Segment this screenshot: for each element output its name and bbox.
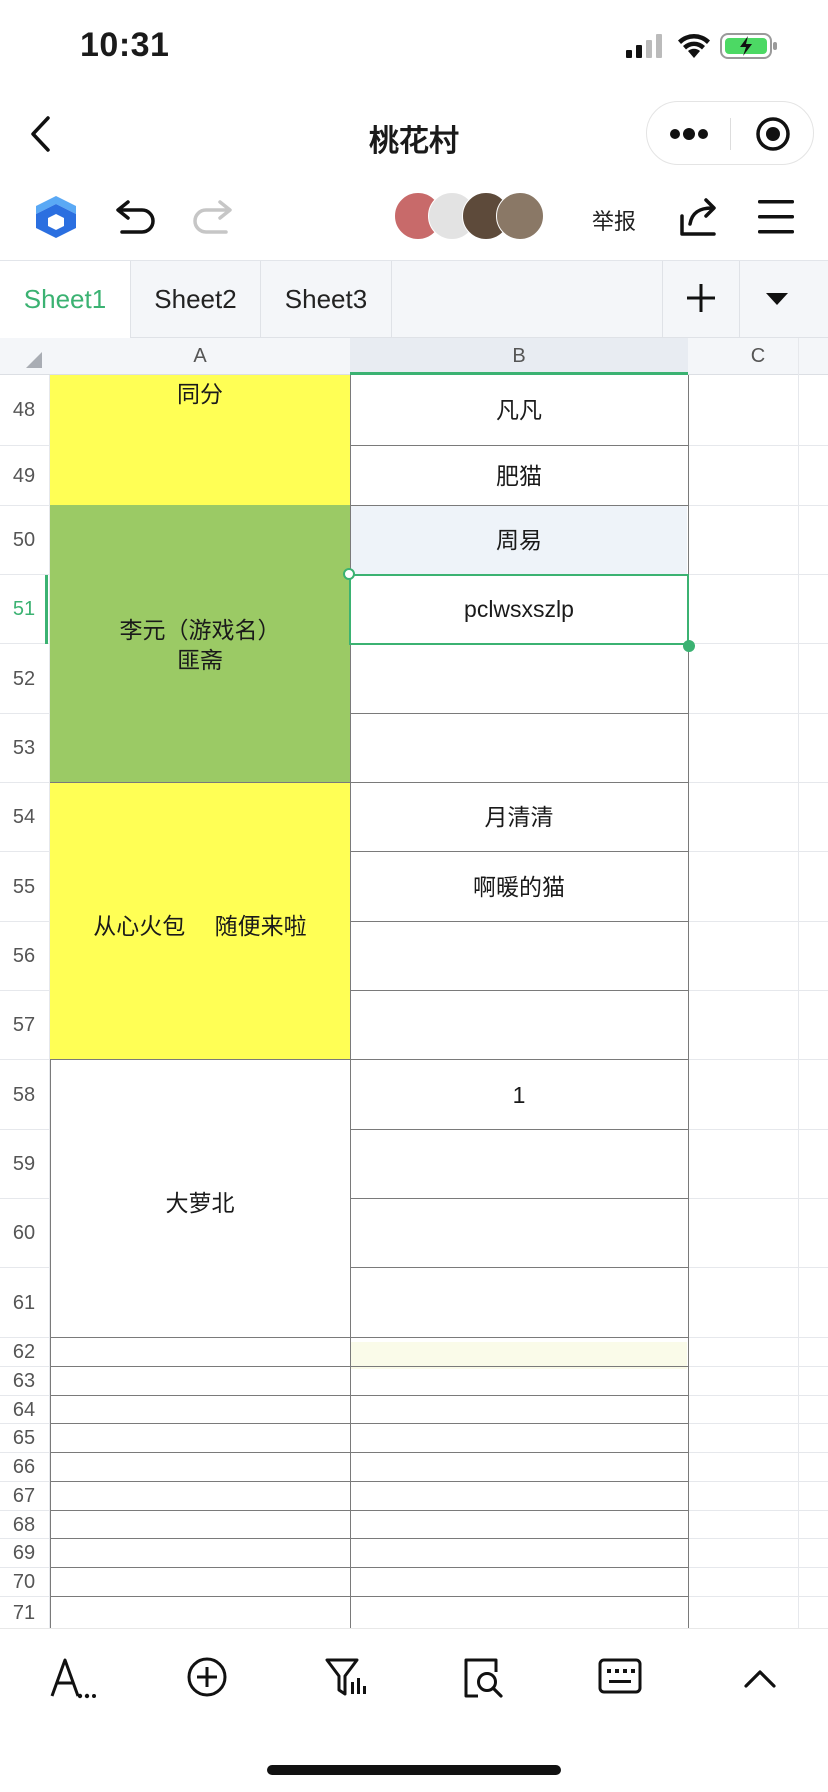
undo-icon[interactable] xyxy=(114,198,158,236)
home-indicator xyxy=(267,1765,561,1775)
tab-sheet1[interactable]: Sheet1 xyxy=(0,261,131,338)
row-number[interactable]: 48 xyxy=(0,375,48,446)
row-number[interactable]: 66 xyxy=(0,1453,48,1482)
row-number[interactable]: 65 xyxy=(0,1424,48,1453)
menu-icon[interactable] xyxy=(756,198,796,236)
row-number[interactable]: 52 xyxy=(0,644,48,714)
cell-b55[interactable]: 啊暖的猫 xyxy=(351,852,687,922)
cell-text: 大萝北 xyxy=(165,1190,235,1216)
add-sheet-icon[interactable] xyxy=(684,281,718,315)
row-number[interactable]: 63 xyxy=(0,1367,48,1396)
row-number[interactable]: 64 xyxy=(0,1396,48,1424)
merged-cell-a[interactable]: 从心火包 随便来啦 xyxy=(50,783,350,1060)
row-number[interactable]: 60 xyxy=(0,1199,48,1268)
column-header-c[interactable]: C xyxy=(688,338,828,375)
battery-charging-icon xyxy=(720,33,777,59)
cell-text: 李元（游戏名） 匪斋 xyxy=(119,617,281,673)
row-number[interactable]: 49 xyxy=(0,446,48,506)
merged-cell-a[interactable]: 同分 xyxy=(50,375,350,505)
row-number[interactable]: 50 xyxy=(0,506,48,575)
collaborator-avatars[interactable] xyxy=(394,192,546,242)
status-time: 10:31 xyxy=(80,26,170,64)
select-all-corner[interactable] xyxy=(0,338,50,375)
selection-handle[interactable] xyxy=(343,568,355,580)
find-icon[interactable] xyxy=(462,1656,506,1700)
row-number[interactable]: 56 xyxy=(0,922,48,991)
row-number[interactable]: 62 xyxy=(0,1338,48,1367)
selected-row-indicator xyxy=(45,575,48,644)
sheet-list-dropdown-icon[interactable] xyxy=(764,290,790,308)
close-miniprogram-icon[interactable] xyxy=(755,116,791,152)
share-icon[interactable] xyxy=(678,194,722,238)
row-number[interactable]: 69 xyxy=(0,1539,48,1568)
column-header-b[interactable]: B xyxy=(350,338,688,375)
cell-b58[interactable]: 1 xyxy=(351,1060,687,1130)
cell-text: 同分 xyxy=(177,381,223,407)
row-highlight xyxy=(351,1342,687,1369)
row-number[interactable]: 54 xyxy=(0,783,48,852)
tab-sheet3[interactable]: Sheet3 xyxy=(261,261,392,338)
insert-icon[interactable] xyxy=(186,1656,228,1698)
row-number[interactable]: 55 xyxy=(0,852,48,922)
cell-text: 从心火包 随便来啦 xyxy=(93,913,307,939)
selected-cell[interactable] xyxy=(349,574,689,645)
filter-icon[interactable] xyxy=(324,1656,368,1698)
row-number[interactable]: 61 xyxy=(0,1268,48,1338)
cell-b49[interactable]: 肥猫 xyxy=(351,446,687,506)
cell-b48[interactable]: 凡凡 xyxy=(351,375,687,446)
app-logo-icon xyxy=(36,196,76,238)
sheet-tabs: Sheet1 Sheet2 Sheet3 xyxy=(0,260,828,338)
mini-program-capsule xyxy=(646,101,814,165)
row-number[interactable]: 59 xyxy=(0,1130,48,1199)
row-number[interactable]: 57 xyxy=(0,991,48,1060)
cell-b54[interactable]: 月清清 xyxy=(351,783,687,852)
merged-cell-a[interactable]: 李元（游戏名） 匪斋 xyxy=(50,505,350,783)
column-header-a[interactable]: A xyxy=(50,338,350,375)
spreadsheet-grid[interactable]: A B C 同分 李元（游戏名） 匪斋 从心火包 随便来啦 大萝北 48 49 50… xyxy=(0,338,828,1630)
cell-b50[interactable]: 周易 xyxy=(351,506,687,575)
more-icon[interactable] xyxy=(669,124,709,144)
wifi-icon xyxy=(678,34,710,58)
row-number[interactable]: 58 xyxy=(0,1060,48,1130)
collapse-icon[interactable] xyxy=(742,1666,778,1690)
merged-cell-a[interactable]: 大萝北 xyxy=(50,1060,350,1338)
report-button[interactable]: 举报 xyxy=(592,204,636,236)
redo-icon[interactable] xyxy=(190,198,234,236)
row-number[interactable]: 67 xyxy=(0,1482,48,1511)
row-number[interactable]: 51 xyxy=(0,575,48,644)
tab-sheet2[interactable]: Sheet2 xyxy=(131,261,261,338)
row-number[interactable]: 70 xyxy=(0,1568,48,1597)
keyboard-icon[interactable] xyxy=(598,1658,642,1694)
cellular-signal-icon xyxy=(626,34,662,58)
avatar xyxy=(496,192,544,240)
row-number[interactable]: 68 xyxy=(0,1511,48,1539)
text-format-icon[interactable] xyxy=(50,1656,96,1700)
selection-handle[interactable] xyxy=(683,640,695,652)
row-number[interactable]: 53 xyxy=(0,714,48,783)
row-number[interactable]: 71 xyxy=(0,1597,48,1630)
